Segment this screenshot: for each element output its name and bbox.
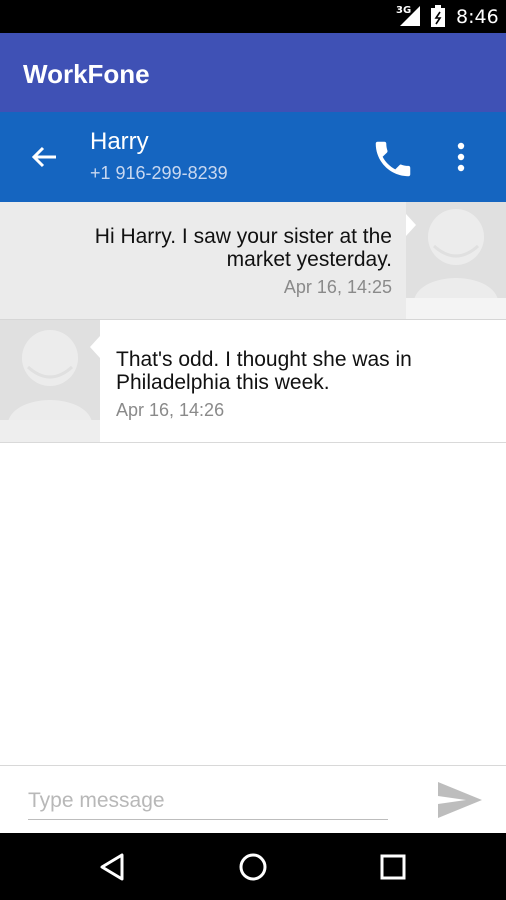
message-incoming[interactable]: That's odd. I thought she was in Philade… bbox=[0, 320, 506, 443]
conversation-toolbar: Harry +1 916-299-8239 bbox=[0, 112, 506, 202]
battery-icon bbox=[431, 5, 445, 27]
message-outgoing[interactable]: Hi Harry. I saw your sister at the marke… bbox=[0, 202, 506, 320]
message-composer bbox=[0, 765, 506, 833]
message-text: Hi Harry. I saw your sister at the marke… bbox=[94, 225, 392, 271]
status-bar: 3G 8:46 bbox=[0, 0, 506, 33]
app-bar: WorkFone bbox=[0, 33, 506, 112]
message-input[interactable] bbox=[28, 782, 388, 820]
send-icon[interactable] bbox=[434, 778, 484, 822]
message-text: That's odd. I thought she was in Philade… bbox=[116, 348, 412, 394]
app-title: WorkFone bbox=[23, 59, 150, 89]
contact-number: +1 916-299-8239 bbox=[90, 163, 228, 183]
more-vert-icon[interactable] bbox=[446, 140, 476, 174]
message-time: Apr 16, 14:26 bbox=[116, 400, 225, 420]
system-nav-bar bbox=[0, 833, 506, 900]
signal-icon bbox=[400, 6, 420, 26]
triangle-back-icon[interactable] bbox=[97, 851, 129, 883]
arrow-left-icon[interactable] bbox=[27, 140, 61, 174]
bubble-tail bbox=[406, 214, 416, 236]
phone-icon[interactable] bbox=[370, 136, 416, 182]
bubble-tail bbox=[90, 336, 100, 358]
circle-home-icon[interactable] bbox=[237, 851, 269, 883]
status-time: 8:46 bbox=[456, 6, 499, 28]
avatar-placeholder-icon bbox=[0, 320, 100, 420]
contact-name: Harry bbox=[90, 128, 149, 155]
square-recents-icon[interactable] bbox=[377, 851, 409, 883]
message-time: Apr 16, 14:25 bbox=[283, 277, 392, 297]
avatar-placeholder-icon bbox=[406, 202, 506, 298]
